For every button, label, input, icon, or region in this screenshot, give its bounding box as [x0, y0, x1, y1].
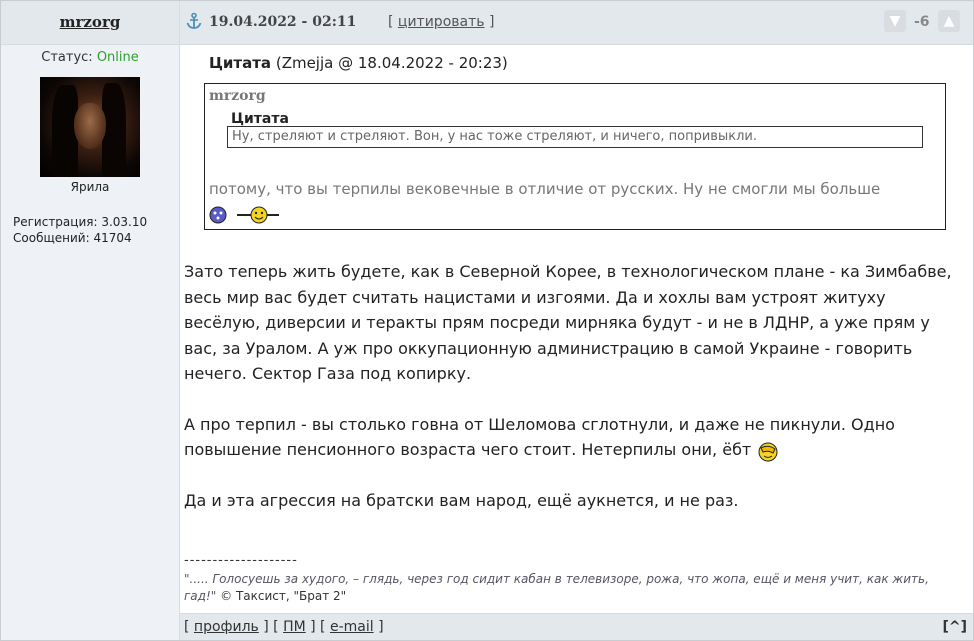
quote-smileys — [209, 205, 289, 225]
thumbs-up-icon: ▲ — [943, 13, 955, 29]
quote-box: mrzorg Цитата Ну, стреляют и стреляют. В… — [204, 83, 946, 230]
profile-link[interactable]: профиль — [194, 619, 259, 635]
author-header: mrzorg — [1, 1, 179, 45]
quote-header: Цитата (Zmejja @ 18.04.2022 - 20:23) — [209, 54, 973, 72]
signature: -------------------- "..... Голосуешь за… — [184, 553, 964, 605]
forum-post: mrzorg Статус: Online Ярила Регистрация:… — [0, 0, 974, 641]
post-footer: [ профиль ] [ ПМ ] [ e-mail ] [^] — [180, 613, 973, 640]
message-count: Сообщений: 41704 — [13, 231, 132, 245]
vote-down-button[interactable]: ▼ — [884, 10, 906, 32]
quote-inner-author: mrzorg — [209, 88, 266, 104]
post-header: 19.04.2022 - 02:11 [ цитировать ] ▼ -6 ▲ — [180, 1, 973, 45]
author-status: Статус: Online — [1, 50, 179, 65]
quote-text: потому, что вы терпилы вековечные в отли… — [209, 180, 881, 198]
vote-up-button[interactable]: ▲ — [938, 10, 960, 32]
quote-button[interactable]: цитировать — [398, 14, 485, 30]
anchor-icon[interactable] — [185, 12, 203, 30]
scroll-top-button[interactable]: [^] — [942, 614, 967, 640]
post-date: 19.04.2022 - 02:11 — [209, 14, 357, 30]
facepalm-smiley-icon — [758, 442, 778, 461]
bracket-open: [ — [388, 14, 394, 30]
quote-link-wrap: [ цитировать ] — [388, 14, 494, 30]
post-paragraph-2: А про терпил - вы столько говна от Шелом… — [184, 412, 964, 463]
footer-links: [ профиль ] [ ПМ ] [ e-mail ] — [184, 619, 384, 635]
status-value: Online — [96, 50, 139, 65]
bracket-close: ] — [488, 14, 495, 30]
author-name-link[interactable]: mrzorg — [60, 13, 121, 31]
signature-separator: -------------------- — [184, 553, 298, 568]
nested-quote-title: Цитата — [231, 111, 289, 127]
quote-title: Цитата — [209, 54, 272, 72]
pm-link[interactable]: ПМ — [283, 619, 306, 635]
quote-source: (Zmejja @ 18.04.2022 - 20:23) — [275, 54, 508, 72]
author-panel: mrzorg Статус: Online Ярила Регистрация:… — [1, 1, 180, 640]
status-label: Статус: — [41, 50, 93, 65]
post-paragraph-3: Да и эта агрессия на братски вам народ, … — [184, 490, 739, 510]
avatar — [40, 77, 140, 177]
thumbs-down-icon: ▼ — [889, 13, 901, 29]
signature-attribution: © Таксист, "Брат 2" — [220, 589, 347, 603]
signature-quote: "..... Голосуешь за худого, – глядь, чер… — [184, 572, 929, 603]
nested-quote-box: Ну, стреляют и стреляют. Вон, у нас тоже… — [227, 126, 923, 148]
smiley-icon — [209, 206, 279, 224]
post-paragraph-1: Зато теперь жить будете, как в Северной … — [184, 262, 952, 383]
post-rating: -6 — [914, 14, 930, 30]
post-text: Зато теперь жить будете, как в Северной … — [184, 259, 964, 538]
author-meta: Регистрация: 3.03.10 Сообщений: 41704 — [13, 214, 179, 246]
post-body: Цитата (Zmejja @ 18.04.2022 - 20:23) mrz… — [180, 45, 973, 603]
email-link[interactable]: e-mail — [330, 619, 374, 635]
registration-date: Регистрация: 3.03.10 — [13, 215, 148, 229]
avatar-caption: Ярила — [70, 180, 110, 194]
